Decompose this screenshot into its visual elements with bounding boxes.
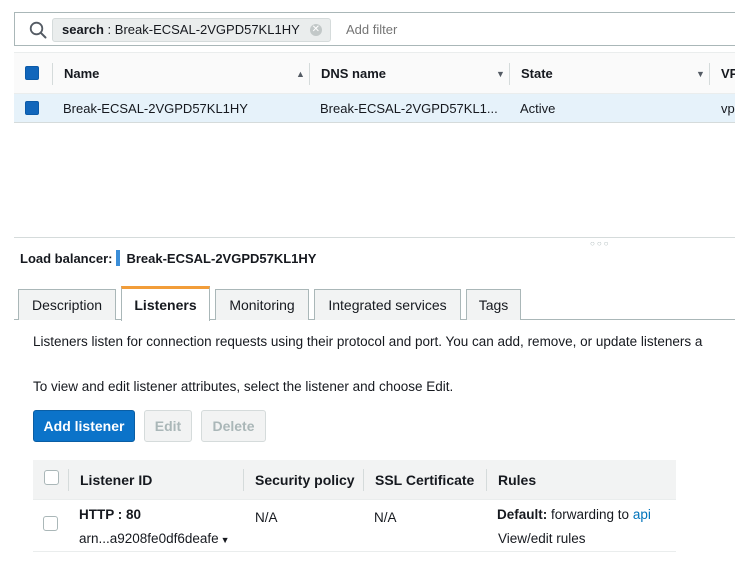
column-divider [68, 469, 69, 491]
tab-listeners[interactable]: Listeners [121, 286, 210, 321]
tab-monitoring[interactable]: Monitoring [215, 289, 309, 320]
details-label: Load balancer: [20, 250, 113, 266]
details-name: Break-ECSAL-2VGPD57KL1HY [126, 250, 317, 266]
sort-descending-icon[interactable]: ▼ [496, 69, 505, 79]
table-header: Name ▲ DNS name ▼ State ▼ VP [14, 52, 735, 94]
name-marker [116, 250, 121, 266]
listeners-hint-text: To view and edit listener attributes, se… [33, 379, 454, 394]
listener-arn-text: arn...a9208fe0df6deafe [79, 531, 219, 546]
sort-ascending-icon[interactable]: ▲ [296, 69, 305, 79]
caret-down-icon[interactable]: ▼ [221, 535, 230, 545]
tab-tags[interactable]: Tags [466, 289, 521, 320]
column-divider [509, 63, 510, 85]
row-dns-name: Break-ECSAL-2VGPD57KL1... [320, 100, 498, 116]
listeners-table: Listener ID Security policy SSL Certific… [33, 460, 676, 552]
listeners-intro-text: Listeners listen for connection requests… [33, 334, 703, 349]
tab-description[interactable]: Description [18, 289, 116, 320]
table-header: Listener ID Security policy SSL Certific… [33, 460, 676, 500]
load-balancer-table: Name ▲ DNS name ▼ State ▼ VP Break-ECSAL… [14, 52, 735, 123]
filter-bar[interactable]: search : Break-ECSAL-2VGPD57KL1HY ✕ [14, 12, 735, 46]
panel-splitter[interactable] [14, 237, 735, 239]
select-all-checkbox[interactable] [44, 470, 59, 485]
listener-ssl-certificate: N/A [374, 510, 397, 525]
listener-protocol-port: HTTP : 80 [79, 507, 142, 522]
filter-token-value: Break-ECSAL-2VGPD57KL1HY [114, 22, 300, 37]
column-header-listener-id: Listener ID [80, 472, 153, 488]
search-icon [29, 21, 47, 39]
add-filter-input[interactable] [346, 22, 546, 37]
rule-label: Default: [497, 507, 548, 522]
delete-button[interactable]: Delete [201, 410, 266, 442]
table-row[interactable]: HTTP : 80 arn...a9208fe0df6deafe ▼ N/A N/… [33, 500, 676, 552]
select-all-checkbox[interactable] [25, 53, 39, 93]
column-header-state[interactable]: State [521, 53, 553, 93]
drag-handle-icon[interactable]: ○○○ [590, 239, 611, 248]
table-row[interactable]: Break-ECSAL-2VGPD57KL1HY Break-ECSAL-2VG… [14, 94, 735, 123]
column-header-security-policy: Security policy [255, 472, 355, 488]
column-divider [486, 469, 487, 491]
details-tabs: Description Listeners Monitoring Integra… [14, 286, 735, 321]
column-header-name[interactable]: Name [64, 53, 99, 93]
tab-integrated-services[interactable]: Integrated services [314, 289, 461, 320]
rule-action: forwarding to [551, 507, 630, 522]
column-divider [52, 63, 53, 85]
rule-target-link[interactable]: api [633, 507, 651, 522]
row-checkbox[interactable] [25, 94, 39, 122]
column-divider [243, 469, 244, 491]
filter-token-separator: : [107, 22, 115, 37]
listener-arn[interactable]: arn...a9208fe0df6deafe ▼ [79, 531, 230, 546]
row-name: Break-ECSAL-2VGPD57KL1HY [63, 100, 248, 116]
listener-default-rule: Default: forwarding to api [497, 507, 651, 522]
row-checkbox[interactable] [43, 516, 58, 531]
close-icon[interactable]: ✕ [309, 24, 322, 36]
column-divider [363, 469, 364, 491]
edit-button[interactable]: Edit [144, 410, 192, 442]
column-header-ssl-certificate: SSL Certificate [375, 472, 475, 488]
column-divider [709, 63, 710, 85]
filter-token-key: search [62, 22, 104, 37]
add-listener-button[interactable]: Add listener [33, 410, 135, 442]
checkbox-indicator [25, 101, 39, 115]
listener-security-policy: N/A [255, 510, 278, 525]
checkbox-indicator [43, 516, 58, 531]
column-header-dns-name[interactable]: DNS name [321, 53, 386, 93]
column-divider [309, 63, 310, 85]
column-header-vpc[interactable]: VP [721, 53, 735, 93]
row-vpc: vpc [721, 100, 735, 116]
column-header-rules: Rules [498, 472, 537, 488]
view-edit-rules-link[interactable]: View/edit rules [498, 531, 586, 546]
filter-token: search : Break-ECSAL-2VGPD57KL1HY ✕ [52, 18, 331, 42]
checkbox-indicator [44, 470, 59, 485]
sort-descending-icon[interactable]: ▼ [696, 69, 705, 79]
row-state: Active [520, 100, 556, 116]
details-title: Load balancer: Break-ECSAL-2VGPD57KL1HY [20, 250, 316, 266]
checkbox-indicator [25, 66, 39, 80]
